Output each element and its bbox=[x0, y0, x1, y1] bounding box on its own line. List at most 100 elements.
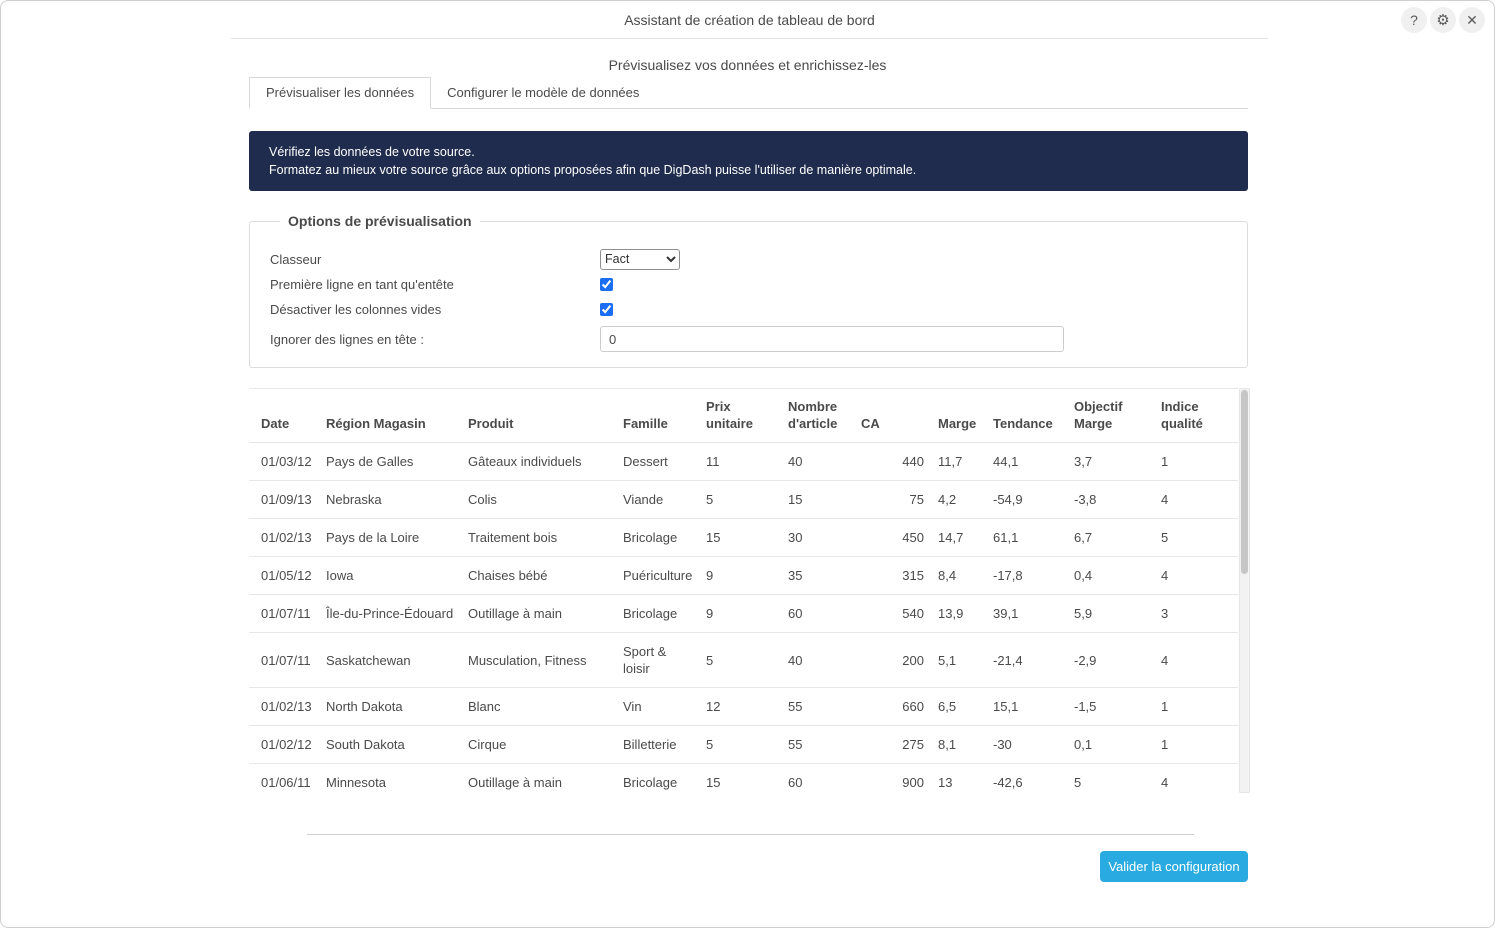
classeur-select[interactable]: Fact bbox=[600, 249, 680, 270]
close-icon: ✕ bbox=[1466, 12, 1478, 29]
table-cell: 40 bbox=[788, 443, 861, 481]
table-cell: Outillage à main bbox=[468, 595, 623, 633]
table-cell: Outillage à main bbox=[468, 764, 623, 802]
column-header-region-magasin: Région Magasin bbox=[326, 389, 468, 443]
table-row: 01/07/11SaskatchewanMusculation, Fitness… bbox=[249, 633, 1238, 688]
table-cell: Bricolage bbox=[623, 595, 706, 633]
column-header-prix-unitaire: Prix unitaire bbox=[706, 389, 788, 443]
table-cell: 1 bbox=[1147, 726, 1238, 764]
table-cell: 01/07/11 bbox=[249, 633, 326, 688]
table-cell: Colis bbox=[468, 481, 623, 519]
table-cell: -21,4 bbox=[979, 633, 1060, 688]
table-cell: 15 bbox=[788, 481, 861, 519]
skip-lines-input[interactable] bbox=[600, 326, 1064, 352]
table-cell: Minnesota bbox=[326, 764, 468, 802]
help-button[interactable]: ? bbox=[1401, 7, 1427, 33]
table-cell: 440 bbox=[861, 443, 924, 481]
skip-lines-row: Ignorer des lignes en tête : bbox=[270, 326, 1247, 352]
table-cell: Puériculture bbox=[623, 557, 706, 595]
column-header-marge: Marge bbox=[924, 389, 979, 443]
window-controls: ? ⚙ ✕ bbox=[1401, 7, 1485, 33]
column-header-date: Date bbox=[249, 389, 326, 443]
table-cell: 35 bbox=[788, 557, 861, 595]
table-cell: 60 bbox=[788, 595, 861, 633]
table-cell: 60 bbox=[788, 764, 861, 802]
table-scrollbar-thumb[interactable] bbox=[1241, 390, 1248, 574]
table-cell: Iowa bbox=[326, 557, 468, 595]
table-cell: 6,7 bbox=[1060, 519, 1147, 557]
table-cell: 0,1 bbox=[1060, 726, 1147, 764]
table-row: 01/02/12South DakotaCirqueBilletterie555… bbox=[249, 726, 1238, 764]
table-row: 01/03/12Pays de GallesGâteaux individuel… bbox=[249, 443, 1238, 481]
table-cell: -42,6 bbox=[979, 764, 1060, 802]
table-body: 01/03/12Pays de GallesGâteaux individuel… bbox=[249, 443, 1238, 802]
table-cell: 8,4 bbox=[924, 557, 979, 595]
source-notice: Vérifiez les données de votre source. Fo… bbox=[249, 131, 1248, 191]
table-cell: Traitement bois bbox=[468, 519, 623, 557]
table-cell: 5 bbox=[706, 481, 788, 519]
table-cell: 14,7 bbox=[924, 519, 979, 557]
table-cell: 660 bbox=[861, 688, 924, 726]
table-cell: 3 bbox=[1147, 595, 1238, 633]
table-cell: Musculation, Fitness bbox=[468, 633, 623, 688]
help-icon: ? bbox=[1410, 12, 1418, 28]
table-cell: 9 bbox=[706, 557, 788, 595]
header-row-checkbox[interactable] bbox=[600, 278, 613, 291]
notice-line-2: Formatez au mieux votre source grâce aux… bbox=[269, 161, 1228, 179]
table-cell: 01/09/13 bbox=[249, 481, 326, 519]
table-cell: 44,1 bbox=[979, 443, 1060, 481]
column-header-indice-qualite: Indice qualité bbox=[1147, 389, 1238, 443]
table-cell: 4 bbox=[1147, 764, 1238, 802]
table-cell: 6,5 bbox=[924, 688, 979, 726]
disable-empty-columns-label: Désactiver les colonnes vides bbox=[270, 302, 600, 317]
table-cell: 30 bbox=[788, 519, 861, 557]
table-row: 01/09/13NebraskaColisViande515754,2-54,9… bbox=[249, 481, 1238, 519]
table-cell: 01/07/11 bbox=[249, 595, 326, 633]
table-cell: 13 bbox=[924, 764, 979, 802]
table-cell: 61,1 bbox=[979, 519, 1060, 557]
table-cell: Bricolage bbox=[623, 519, 706, 557]
table-row: 01/06/11MinnesotaOutillage à mainBricola… bbox=[249, 764, 1238, 802]
table-cell: 11 bbox=[706, 443, 788, 481]
table-cell: 39,1 bbox=[979, 595, 1060, 633]
preview-options-fieldset: Options de prévisualisation Classeur Fac… bbox=[249, 213, 1248, 368]
table-cell: 15 bbox=[706, 764, 788, 802]
table-cell: 5 bbox=[1147, 519, 1238, 557]
table-cell: 01/02/13 bbox=[249, 519, 326, 557]
table-cell: Dessert bbox=[623, 443, 706, 481]
table-cell: Billetterie bbox=[623, 726, 706, 764]
table-cell: Bricolage bbox=[623, 764, 706, 802]
table-cell: 01/06/11 bbox=[249, 764, 326, 802]
table-cell: 1 bbox=[1147, 443, 1238, 481]
table-cell: 900 bbox=[861, 764, 924, 802]
table-cell: Gâteaux individuels bbox=[468, 443, 623, 481]
table-cell: 55 bbox=[788, 688, 861, 726]
table-cell: -3,8 bbox=[1060, 481, 1147, 519]
tab-previsualiser-les-donnees[interactable]: Prévisualiser les données bbox=[249, 77, 431, 109]
preview-options-legend: Options de prévisualisation bbox=[280, 213, 480, 229]
table-cell: -1,5 bbox=[1060, 688, 1147, 726]
disable-empty-columns-checkbox[interactable] bbox=[600, 303, 613, 316]
wizard-window: Assistant de création de tableau de bord… bbox=[0, 0, 1495, 928]
table-cell: 13,9 bbox=[924, 595, 979, 633]
validate-configuration-button[interactable]: Valider la configuration bbox=[1100, 851, 1248, 882]
table-cell: 11,7 bbox=[924, 443, 979, 481]
table-cell: 450 bbox=[861, 519, 924, 557]
table-scrollbar[interactable] bbox=[1239, 388, 1250, 793]
table-cell: 5 bbox=[706, 633, 788, 688]
table-cell: 4 bbox=[1147, 633, 1238, 688]
close-button[interactable]: ✕ bbox=[1459, 7, 1485, 33]
tab-configurer-le-modele[interactable]: Configurer le modèle de données bbox=[431, 78, 655, 108]
table-cell: 9 bbox=[706, 595, 788, 633]
table-cell: 8,1 bbox=[924, 726, 979, 764]
table-cell: 200 bbox=[861, 633, 924, 688]
data-preview-table-wrap: Date Région Magasin Produit Famille Prix… bbox=[249, 388, 1249, 801]
column-header-tendance: Tendance bbox=[979, 389, 1060, 443]
data-preview-table: Date Région Magasin Produit Famille Prix… bbox=[249, 388, 1238, 801]
table-row: 01/02/13Pays de la LoireTraitement boisB… bbox=[249, 519, 1238, 557]
settings-button[interactable]: ⚙ bbox=[1430, 7, 1456, 33]
table-row: 01/05/12IowaChaises bébéPuériculture9353… bbox=[249, 557, 1238, 595]
table-cell: Pays de Galles bbox=[326, 443, 468, 481]
table-cell: Île-du-Prince-Édouard bbox=[326, 595, 468, 633]
column-header-ca: CA bbox=[861, 389, 924, 443]
